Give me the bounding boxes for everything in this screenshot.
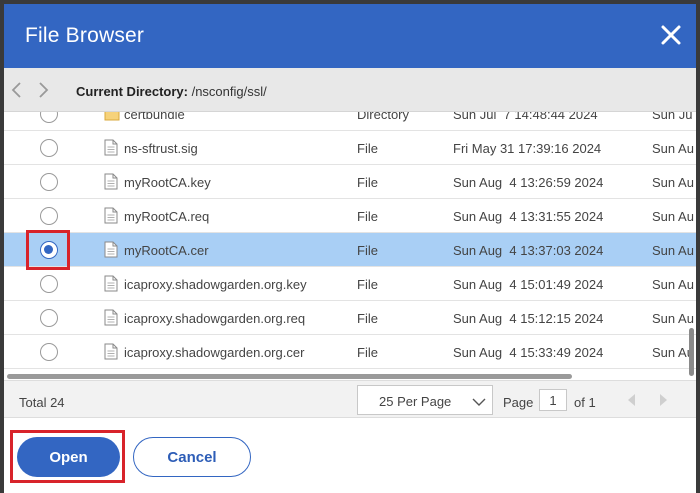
file-select-radio[interactable] [40,173,58,191]
file-icon [104,275,118,292]
file-date: Sun Aug 4 13:31:55 2024 [453,209,604,224]
per-page-value: 25 Per Page [379,394,452,409]
file-date: Sun Aug 4 15:01:49 2024 [453,277,604,292]
current-directory-label: Current Directory: [76,84,188,99]
file-modified: Sun Au [652,345,694,360]
dialog-footer: Open Cancel [4,418,696,493]
file-name: myRootCA.req [124,209,210,224]
per-page-select[interactable]: 25 Per Page [357,385,493,415]
file-type: File [357,345,378,360]
folder-icon [104,112,120,124]
file-name: icaproxy.shadowgarden.org.req [124,311,306,326]
file-date: Fri May 31 17:39:16 2024 [453,141,602,156]
dialog-titlebar: File Browser [4,4,696,68]
file-name: ns-sftrust.sig [124,141,198,156]
file-row[interactable]: icaproxy.shadowgarden.org.req File Sun Aug… [4,301,696,335]
file-icon [104,173,118,190]
file-name: icaproxy.shadowgarden.org.key [124,277,307,292]
file-date: Sun Aug 4 15:12:15 2024 [453,311,604,326]
next-page-icon[interactable] [656,393,670,407]
previous-page-icon[interactable] [625,393,639,407]
page-label: Page [503,395,534,410]
file-name: icaproxy.shadowgarden.org.cer [124,345,305,360]
file-select-radio[interactable] [40,343,58,361]
file-modified: Sun Au [652,141,694,156]
cancel-button[interactable]: Cancel [133,437,251,477]
close-icon[interactable] [658,22,684,48]
file-row[interactable]: myRootCA.key File Sun Aug 4 13:26:59 2024 S… [4,165,696,199]
file-browser-dialog: File Browser Current Directory: /nsconfi… [4,4,696,493]
directory-bar: Current Directory: /nsconfig/ssl/ [4,68,696,112]
file-row[interactable]: certbundle Directory Sun Jul 7 14:48:44 20… [4,112,696,131]
open-button[interactable]: Open [17,437,120,477]
file-select-radio[interactable] [40,309,58,327]
current-directory: Current Directory: /nsconfig/ssl/ [76,84,267,99]
file-row[interactable]: myRootCA.cer File Sun Aug 4 13:37:03 2024 S… [4,230,696,270]
file-type: File [357,175,378,190]
current-directory-path: /nsconfig/ssl/ [191,84,267,99]
file-select-radio[interactable] [40,139,58,157]
file-modified: Sun Au [652,175,694,190]
file-row[interactable]: ns-sftrust.sig File Fri May 31 17:39:16 20… [4,131,696,165]
pagination-bar: Total 24 25 Per Page Page of 1 [4,380,696,418]
file-type: File [357,209,378,224]
file-name: certbundle [124,112,185,122]
file-select-radio[interactable] [40,207,58,225]
file-icon [104,241,118,258]
horizontal-scroll-thumb[interactable] [7,374,572,379]
page-number-input[interactable] [539,389,567,411]
back-arrow-icon[interactable] [8,80,26,100]
file-select-radio[interactable] [40,112,58,123]
file-icon [104,139,118,156]
file-icon [104,207,118,224]
file-type: File [357,243,378,258]
file-name: myRootCA.cer [124,243,209,258]
horizontal-scrollbar[interactable] [4,372,696,380]
file-date: Sun Jul 7 14:48:44 2024 [453,112,598,122]
file-icon [104,343,118,360]
vertical-scroll-thumb[interactable] [689,328,694,376]
file-date: Sun Aug 4 15:33:49 2024 [453,345,604,360]
file-type: File [357,141,378,156]
file-modified: Sun Au [652,243,694,258]
file-modified: Sun Au [652,311,694,326]
forward-arrow-icon[interactable] [34,80,52,100]
file-date: Sun Aug 4 13:26:59 2024 [453,175,604,190]
file-select-radio[interactable] [40,275,58,293]
file-name: myRootCA.key [124,175,211,190]
page-of-label: of 1 [574,395,596,410]
dialog-title: File Browser [25,24,145,47]
chevron-down-icon [472,395,486,406]
file-list: certbundle Directory Sun Jul 7 14:48:44 20… [4,112,696,378]
file-type: File [357,277,378,292]
file-row[interactable]: icaproxy.shadowgarden.org.cer File Sun Aug… [4,335,696,369]
file-row[interactable]: icaproxy.shadowgarden.org.key File Sun Aug… [4,267,696,301]
file-modified: Sun Au [652,277,694,292]
radio-highlight [26,230,70,270]
vertical-scrollbar[interactable] [689,114,694,376]
file-date: Sun Aug 4 13:37:03 2024 [453,243,604,258]
total-count: Total 24 [19,395,65,410]
file-type: File [357,311,378,326]
file-modified: Sun Au [652,209,694,224]
file-type: Directory [357,112,410,122]
file-modified: Sun Ju [652,112,693,122]
file-icon [104,309,118,326]
file-row[interactable]: myRootCA.req File Sun Aug 4 13:31:55 2024 S… [4,199,696,233]
